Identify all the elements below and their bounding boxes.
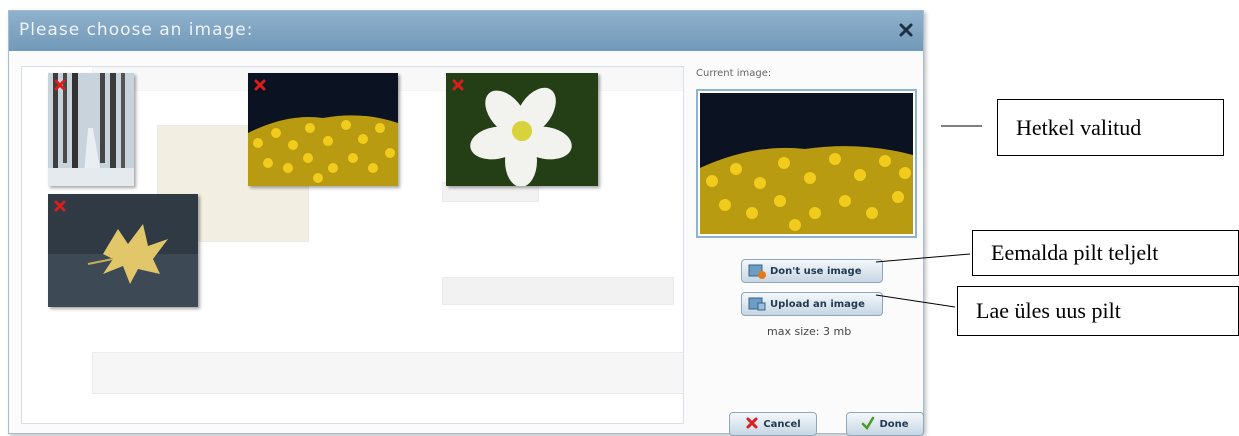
callout-upload: Lae üles uus pilt bbox=[957, 286, 1239, 336]
callout-lines bbox=[875, 125, 982, 308]
callout-remove: Eemalda pilt teljelt bbox=[972, 230, 1239, 276]
callout-selected: Hetkel valitud bbox=[997, 99, 1224, 156]
